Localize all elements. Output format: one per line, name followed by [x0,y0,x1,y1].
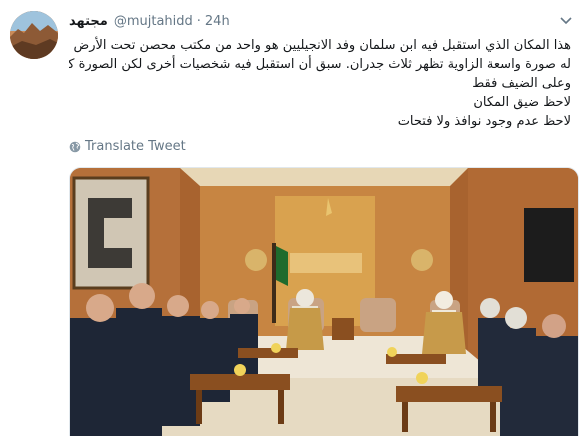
tweet-header: مجتهد @mujtahidd · 24h [69,11,230,31]
tweet-line: لاحظ عدم وجود نوافذ ولا فتحات [397,114,571,129]
author-name[interactable]: مجتهد [69,14,108,29]
globe-icon [69,141,81,152]
author-handle[interactable]: @mujtahidd [114,14,193,29]
avatar-image [10,11,58,59]
tweet-line: له صورة واسعة الزاوية تظهر ثلاث جدران. س… [69,57,571,72]
tweet-text: هذا المكان الذي استقبل فيه ابن سلمان وفد… [69,36,571,131]
translate-label: Translate Tweet [85,139,186,154]
chevron-down-icon[interactable] [557,12,575,30]
tweet-time[interactable]: 24h [205,14,230,29]
room-photo [70,168,578,436]
separator: · [196,13,201,29]
tweet-line: وعلى الضيف فقط [472,76,571,91]
tweet-photo[interactable] [69,167,579,436]
tweet-line: هذا المكان الذي استقبل فيه ابن سلمان وفد… [69,38,571,53]
translate-tweet-link[interactable]: Translate Tweet [69,139,186,154]
avatar[interactable] [10,11,58,59]
tweet-line: لاحظ ضيق المكان [473,95,571,110]
